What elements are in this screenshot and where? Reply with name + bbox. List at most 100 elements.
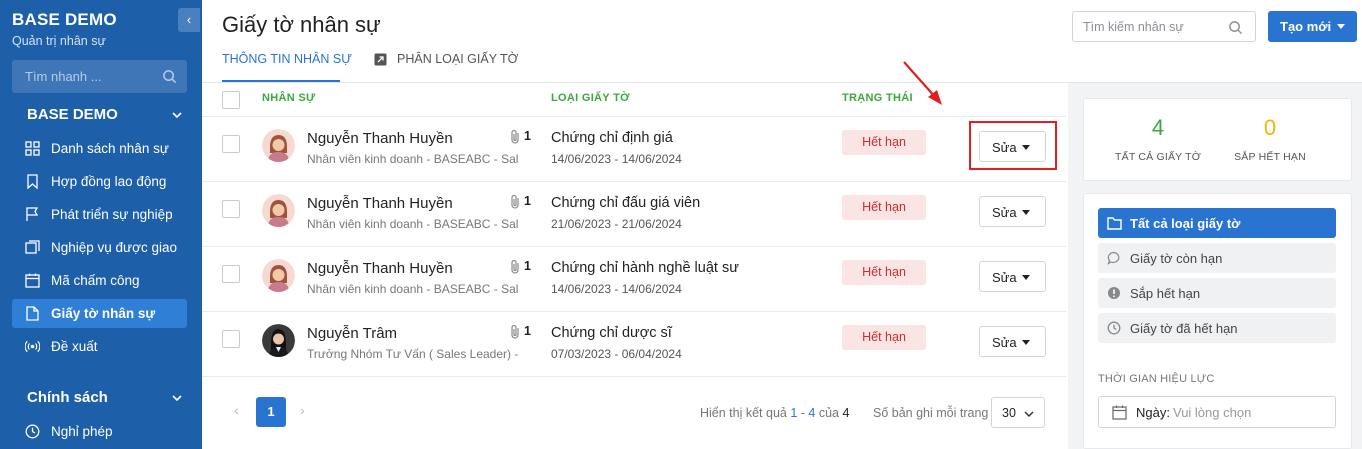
avatar <box>262 324 295 357</box>
paperclip-icon[interactable] <box>509 194 521 210</box>
edit-button[interactable]: Sửa <box>979 261 1046 292</box>
document-type: Chứng chỉ đấu giá viên <box>551 195 701 211</box>
validity-section-label: THỜI GIAN HIỆU LỰC <box>1098 373 1215 385</box>
all-docs-label: TẤT CẢ GIẤY TỜ <box>1115 151 1201 163</box>
group-title-base-demo[interactable]: BASE DEMO <box>27 106 118 123</box>
expiring-label: SẮP HẾT HẠN <box>1234 151 1306 163</box>
column-header-doc-type[interactable]: LOẠI GIẤY TỜ <box>551 92 630 104</box>
document-type: Chứng chỉ dược sĩ <box>551 325 672 341</box>
caret-down-icon <box>1337 24 1345 29</box>
sidebar-item-label: Mã chấm công <box>51 273 140 288</box>
attachment-count: 1 <box>524 194 531 208</box>
sidebar-item-label: Danh sách nhân sự <box>51 141 169 156</box>
sidebar-item-leave[interactable]: Nghỉ phép <box>12 417 187 446</box>
collapse-sidebar-button[interactable]: ‹ <box>178 8 200 32</box>
employee-position: Nhân viên kinh doanh - BASEABC - Sal... <box>307 217 519 231</box>
caret-down-icon <box>1022 340 1030 345</box>
sidebar: BASE DEMO Quản trị nhân sự ‹ Tìm nhanh .… <box>0 0 202 449</box>
next-page-button[interactable]: › <box>300 402 305 418</box>
paperclip-icon[interactable] <box>509 324 521 340</box>
edit-label: Sửa <box>992 335 1017 350</box>
group-title-policy[interactable]: Chính sách <box>27 389 108 406</box>
exclamation-icon <box>1108 287 1120 299</box>
table-row[interactable]: Nguyễn Thanh Huyền Nhân viên kinh doanh … <box>202 117 1066 182</box>
document-dates: 14/06/2023 - 14/06/2024 <box>551 152 682 166</box>
quick-search-input[interactable]: Tìm nhanh ... <box>12 60 187 93</box>
brand-subtitle: Quản trị nhân sự <box>12 34 106 48</box>
sidebar-item-label: Đề xuất <box>51 339 98 354</box>
attachment-count: 1 <box>524 324 531 338</box>
sidebar-item-contracts[interactable]: Hợp đồng lao động <box>12 167 187 196</box>
sidebar-item-employee-documents[interactable]: Giấy tờ nhân sự <box>12 299 187 328</box>
sidebar-item-career[interactable]: Phát triển sự nghiệp <box>12 200 187 229</box>
document-dates: 07/03/2023 - 06/04/2024 <box>551 347 682 361</box>
calendar-icon <box>1112 405 1127 420</box>
of-text: của <box>815 406 843 420</box>
all-docs-count: 4 <box>1151 115 1165 140</box>
column-header-status[interactable]: TRẠNG THÁI <box>842 92 913 104</box>
filter-label: Sắp hết hạn <box>1130 286 1201 301</box>
date-picker-field[interactable]: Ngày: Vui lòng chọn <box>1098 396 1336 428</box>
attachment-count: 1 <box>524 259 531 273</box>
total-count: 4 <box>842 406 850 420</box>
employee-search-placeholder: Tìm kiếm nhân sự <box>1083 20 1184 34</box>
document-type: Chứng chỉ định giá <box>551 130 673 146</box>
create-new-button[interactable]: Tạo mới <box>1268 11 1357 42</box>
sidebar-item-label: Phát triển sự nghiệp <box>51 207 173 222</box>
employee-name[interactable]: Nguyễn Trâm <box>307 325 397 342</box>
employee-name[interactable]: Nguyễn Thanh Huyền <box>307 260 453 277</box>
employee-search-input[interactable]: Tìm kiếm nhân sự <box>1072 11 1256 42</box>
filter-expired-docs[interactable]: Giấy tờ đã hết hạn <box>1098 313 1336 343</box>
date-placeholder: Vui lòng chọn <box>1173 405 1252 420</box>
table-row[interactable]: Nguyễn Thanh Huyền Nhân viên kinh doanh … <box>202 247 1066 312</box>
sidebar-item-label: Nghiệp vụ được giao <box>51 240 177 255</box>
status-badge: Hết hạn <box>842 195 926 220</box>
paperclip-icon[interactable] <box>509 129 521 145</box>
caret-down-icon <box>1022 275 1030 280</box>
chevron-down-icon[interactable] <box>172 393 182 403</box>
row-checkbox[interactable] <box>222 330 240 348</box>
filter-all-doc-types[interactable]: Tất cả loại giấy tờ <box>1098 208 1336 238</box>
column-header-employee[interactable]: NHÂN SỰ <box>262 92 315 104</box>
table-row[interactable]: Nguyễn Thanh Huyền Nhân viên kinh doanh … <box>202 182 1066 247</box>
chevron-down-icon <box>1024 411 1034 418</box>
row-checkbox[interactable] <box>222 200 240 218</box>
caret-down-icon <box>1022 210 1030 215</box>
folder-icon <box>1107 217 1122 230</box>
grid-icon <box>25 141 40 156</box>
row-checkbox[interactable] <box>222 265 240 283</box>
brand-title: BASE DEMO <box>12 10 117 29</box>
employee-position: Nhân viên kinh doanh - BASEABC - Sal... <box>307 282 519 296</box>
bookmark-icon <box>27 174 38 189</box>
date-label: Ngày: <box>1136 405 1170 420</box>
prev-page-button[interactable]: ‹ <box>234 402 239 418</box>
create-new-label: Tạo mới <box>1280 19 1332 34</box>
page-size-select[interactable]: 30 <box>991 397 1045 428</box>
employee-position: Nhân viên kinh doanh - BASEABC - Sal... <box>307 152 519 166</box>
tab-employee-info[interactable]: THÔNG TIN NHÂN SỰ <box>222 52 352 66</box>
page-button-1[interactable]: 1 <box>256 397 286 427</box>
employee-name[interactable]: Nguyễn Thanh Huyền <box>307 130 453 147</box>
employee-position: Trưởng Nhóm Tư Vấn ( Sales Leader) -... <box>307 347 519 361</box>
sidebar-item-label: Giấy tờ nhân sự <box>51 306 156 321</box>
tab-label: PHÂN LOẠI GIẤY TỜ <box>397 52 519 66</box>
filter-valid-docs[interactable]: Giấy tờ còn hạn <box>1098 243 1336 273</box>
sidebar-item-employee-list[interactable]: Danh sách nhân sự <box>12 134 187 163</box>
edit-button[interactable]: Sửa <box>979 326 1046 357</box>
select-all-checkbox[interactable] <box>222 91 240 109</box>
edit-button[interactable]: Sửa <box>979 196 1046 227</box>
speech-bubble-icon <box>1107 251 1120 265</box>
pagination-info: Hiển thị kết quả 1 - 4 của 4 <box>700 406 849 420</box>
sidebar-item-label: Nghỉ phép <box>51 424 113 439</box>
sidebar-item-timekeeping[interactable]: Mã chấm công <box>12 266 187 295</box>
sidebar-item-proposals[interactable]: Đề xuất <box>12 332 187 361</box>
row-checkbox[interactable] <box>222 135 240 153</box>
sidebar-item-assigned-tasks[interactable]: Nghiệp vụ được giao <box>12 233 187 262</box>
calendar-icon <box>25 273 40 288</box>
chevron-down-icon[interactable] <box>172 110 182 120</box>
external-link-icon <box>374 53 387 66</box>
paperclip-icon[interactable] <box>509 259 521 275</box>
table-row[interactable]: Nguyễn Trâm Trưởng Nhóm Tư Vấn ( Sales L… <box>202 312 1066 377</box>
filter-expiring-soon[interactable]: Sắp hết hạn <box>1098 278 1336 308</box>
employee-name[interactable]: Nguyễn Thanh Huyền <box>307 195 453 212</box>
